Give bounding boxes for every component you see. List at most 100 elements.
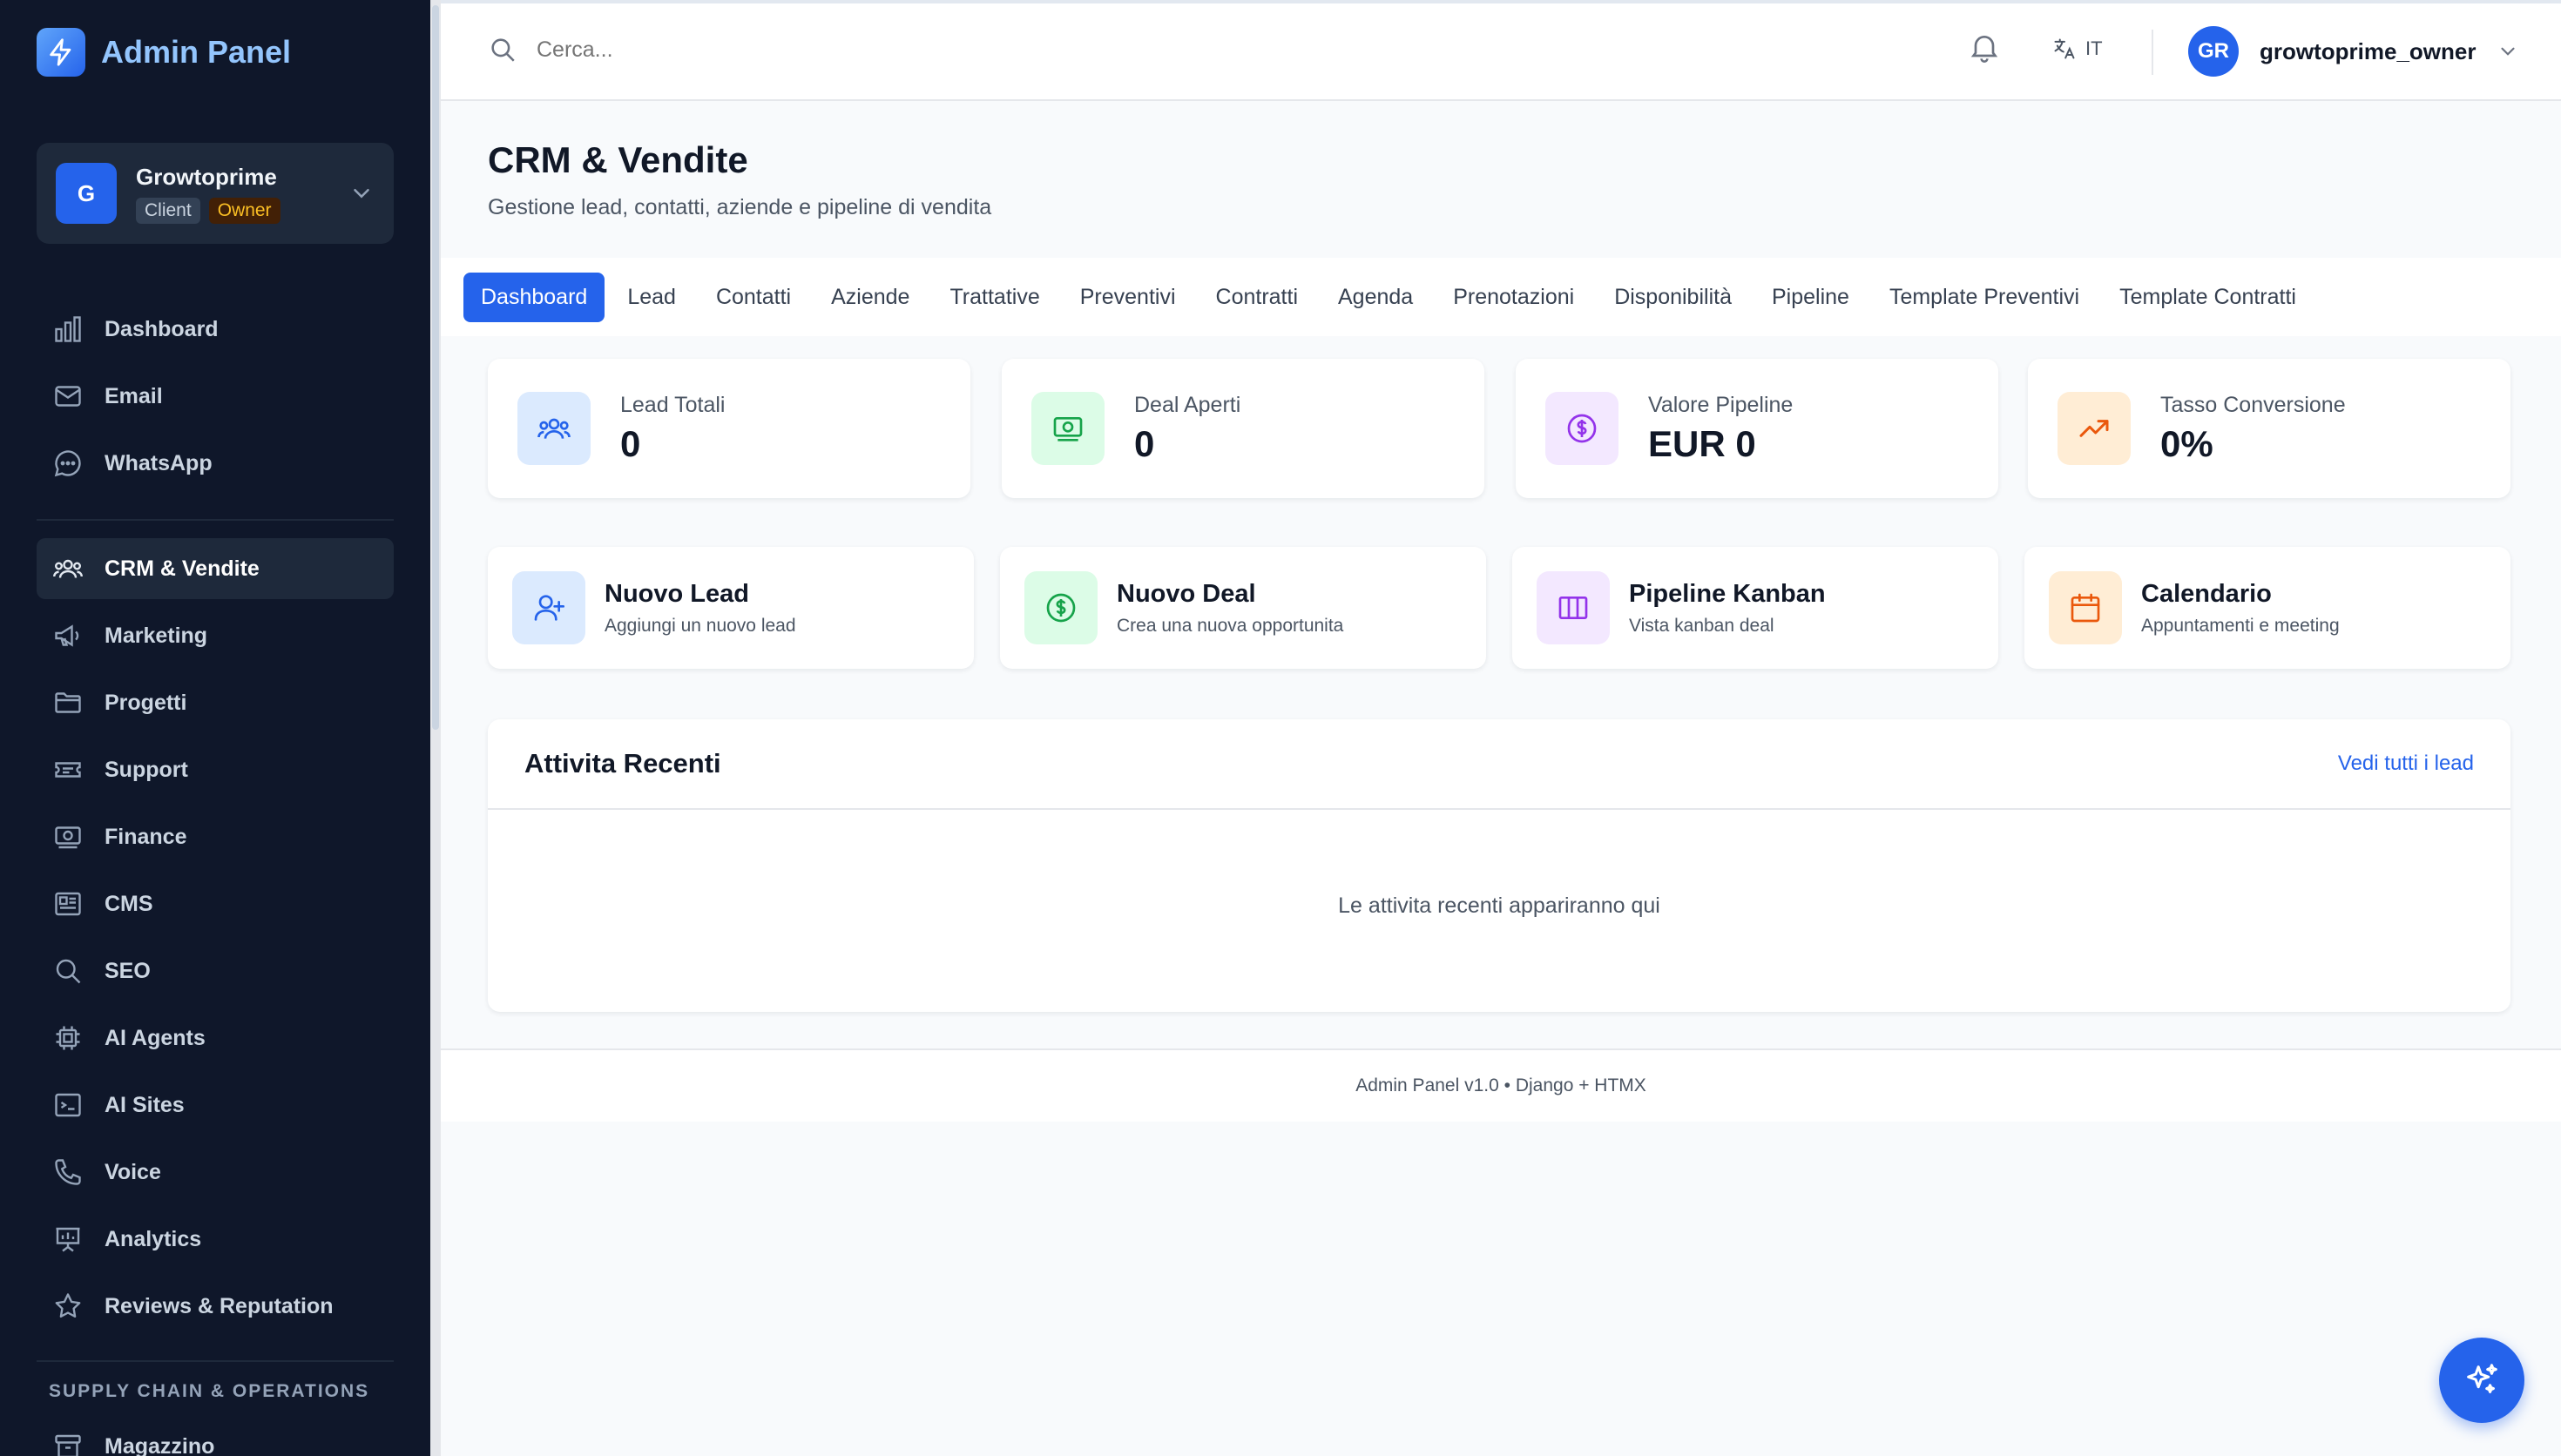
sidebar-item-support[interactable]: Support — [37, 739, 394, 800]
tab-lead[interactable]: Lead — [610, 273, 693, 322]
stat-card-deal-aperti: Deal Aperti 0 — [1002, 359, 1484, 498]
sidebar-item-whatsapp[interactable]: WhatsApp — [37, 433, 394, 494]
org-switcher[interactable]: G Growtoprime Client Owner — [37, 143, 394, 244]
sidebar-item-label: Support — [105, 757, 188, 782]
sidebar-item-progetti[interactable]: Progetti — [37, 672, 394, 733]
sidebar-item-crm[interactable]: CRM & Vendite — [37, 538, 394, 599]
sidebar-item-label: Reviews & Reputation — [105, 1293, 334, 1318]
language-label: IT — [2085, 37, 2103, 59]
sidebar-item-label: Finance — [105, 824, 187, 849]
sidebar-divider — [37, 1360, 394, 1362]
nuovo-deal-button[interactable]: Nuovo Deal Crea una nuova opportunita — [1000, 547, 1486, 669]
sidebar-item-reviews[interactable]: Reviews & Reputation — [37, 1276, 394, 1337]
tab-contratti[interactable]: Contratti — [1199, 273, 1315, 322]
language-switcher[interactable]: IT — [2052, 37, 2103, 61]
ticket-icon — [51, 752, 85, 787]
sidebar-item-email[interactable]: Email — [37, 366, 394, 427]
banknote-icon — [1031, 392, 1105, 465]
megaphone-icon — [51, 618, 85, 653]
avatar: GR — [2188, 26, 2239, 77]
tab-contatti[interactable]: Contatti — [699, 273, 808, 322]
sidebar-item-label: Email — [105, 383, 163, 408]
stat-value: 0% — [2160, 422, 2213, 464]
sidebar-item-magazzino[interactable]: Magazzino — [37, 1416, 394, 1456]
search-icon — [491, 38, 515, 62]
stat-value: EUR 0 — [1648, 422, 1756, 464]
sidebar-item-label: Dashboard — [105, 316, 219, 341]
brand[interactable]: Admin Panel — [37, 28, 291, 77]
mail-icon — [51, 379, 85, 414]
tab-trattative[interactable]: Trattative — [932, 273, 1057, 322]
search-icon — [51, 954, 85, 988]
chevron-down-icon — [354, 189, 369, 199]
action-title: Pipeline Kanban — [1629, 579, 1826, 608]
trending-up-icon — [2058, 392, 2131, 465]
stat-card-valore-pipeline: Valore Pipeline EUR 0 — [1516, 359, 1998, 498]
sidebar-item-marketing[interactable]: Marketing — [37, 605, 394, 666]
sidebar-item-label: CMS — [105, 891, 153, 916]
nuovo-lead-button[interactable]: Nuovo Lead Aggiungi un nuovo lead — [488, 547, 974, 669]
action-desc: Appuntamenti e meeting — [2141, 615, 2340, 636]
footer: Admin Panel v1.0 • Django + HTMX — [441, 1048, 2561, 1122]
username: growtoprime_owner — [2260, 37, 2477, 64]
sparkles-icon — [2467, 1364, 2497, 1393]
search-input[interactable] — [537, 37, 885, 63]
sidebar-item-dashboard[interactable]: Dashboard — [37, 299, 394, 360]
banknote-icon — [51, 819, 85, 854]
sidebar-scrollbar-thumb[interactable] — [432, 5, 439, 730]
newspaper-icon — [51, 886, 85, 921]
stat-label: Valore Pipeline — [1648, 392, 1794, 417]
footer-text: Admin Panel v1.0 • Django + HTMX — [1355, 1075, 1646, 1095]
tab-bar: Dashboard Lead Contatti Aziende Trattati… — [441, 258, 2561, 336]
bar-chart-icon — [51, 312, 85, 347]
tab-aziende[interactable]: Aziende — [814, 273, 927, 322]
tab-template-preventivi[interactable]: Template Preventivi — [1872, 273, 2097, 322]
pipeline-kanban-button[interactable]: Pipeline Kanban Vista kanban deal — [1512, 547, 1998, 669]
sidebar-item-seo[interactable]: SEO — [37, 940, 394, 1001]
stat-card-lead-totali: Lead Totali 0 — [488, 359, 970, 498]
sidebar-item-finance[interactable]: Finance — [37, 806, 394, 867]
role-badge-client: Client — [136, 197, 200, 224]
tab-agenda[interactable]: Agenda — [1321, 273, 1430, 322]
tab-disponibilita[interactable]: Disponibilità — [1597, 273, 1749, 322]
sidebar-item-ai-agents[interactable]: AI Agents — [37, 1008, 394, 1068]
tab-dashboard[interactable]: Dashboard — [463, 272, 605, 322]
notifications-button[interactable] — [1967, 30, 2002, 69]
action-desc: Aggiungi un nuovo lead — [605, 615, 796, 636]
ai-assistant-button[interactable] — [2439, 1338, 2524, 1423]
sidebar-item-analytics[interactable]: Analytics — [37, 1209, 394, 1270]
user-menu[interactable]: GR growtoprime_owner — [2188, 26, 2519, 77]
recent-activity-panel: Attivita Recenti Vedi tutti i lead Le at… — [488, 719, 2510, 1012]
search-box[interactable] — [488, 35, 885, 64]
sidebar-item-ai-sites[interactable]: AI Sites — [37, 1075, 394, 1136]
action-desc: Vista kanban deal — [1629, 615, 1774, 636]
phone-icon — [51, 1155, 85, 1190]
stat-value: 0 — [620, 422, 641, 464]
calendar-icon — [2049, 571, 2122, 644]
folder-icon — [51, 685, 85, 720]
tab-preventivi[interactable]: Preventivi — [1063, 273, 1193, 322]
archive-icon — [51, 1429, 85, 1456]
sidebar-item-label: Progetti — [105, 690, 187, 715]
page-title: CRM & Vendite — [488, 139, 748, 180]
chevron-down-icon — [2501, 47, 2516, 56]
action-title: Nuovo Deal — [1117, 579, 1256, 608]
topbar-separator — [2152, 30, 2153, 75]
sidebar-item-label: CRM & Vendite — [105, 556, 260, 581]
view-all-leads-link[interactable]: Vedi tutti i lead — [2338, 752, 2474, 776]
sidebar-item-label: Marketing — [105, 623, 208, 648]
sidebar-item-label: WhatsApp — [105, 450, 213, 475]
sidebar-item-voice[interactable]: Voice — [37, 1142, 394, 1203]
sidebar: Admin Panel G Growtoprime Client Owner D… — [0, 0, 430, 1456]
recent-activity-empty-state: Le attivita recenti appariranno qui — [1338, 893, 1660, 918]
tab-prenotazioni[interactable]: Prenotazioni — [1436, 273, 1591, 322]
sidebar-item-cms[interactable]: CMS — [37, 873, 394, 934]
page-subtitle: Gestione lead, contatti, aziende e pipel… — [488, 195, 992, 219]
recent-activity-title: Attivita Recenti — [524, 748, 721, 779]
brand-title: Admin Panel — [101, 34, 292, 70]
calendario-button[interactable]: Calendario Appuntamenti e meeting — [2024, 547, 2510, 669]
sidebar-section-label: SUPPLY CHAIN & OPERATIONS — [49, 1381, 370, 1401]
tab-pipeline[interactable]: Pipeline — [1754, 273, 1867, 322]
sidebar-item-label: SEO — [105, 958, 151, 983]
tab-template-contratti[interactable]: Template Contratti — [2102, 273, 2314, 322]
